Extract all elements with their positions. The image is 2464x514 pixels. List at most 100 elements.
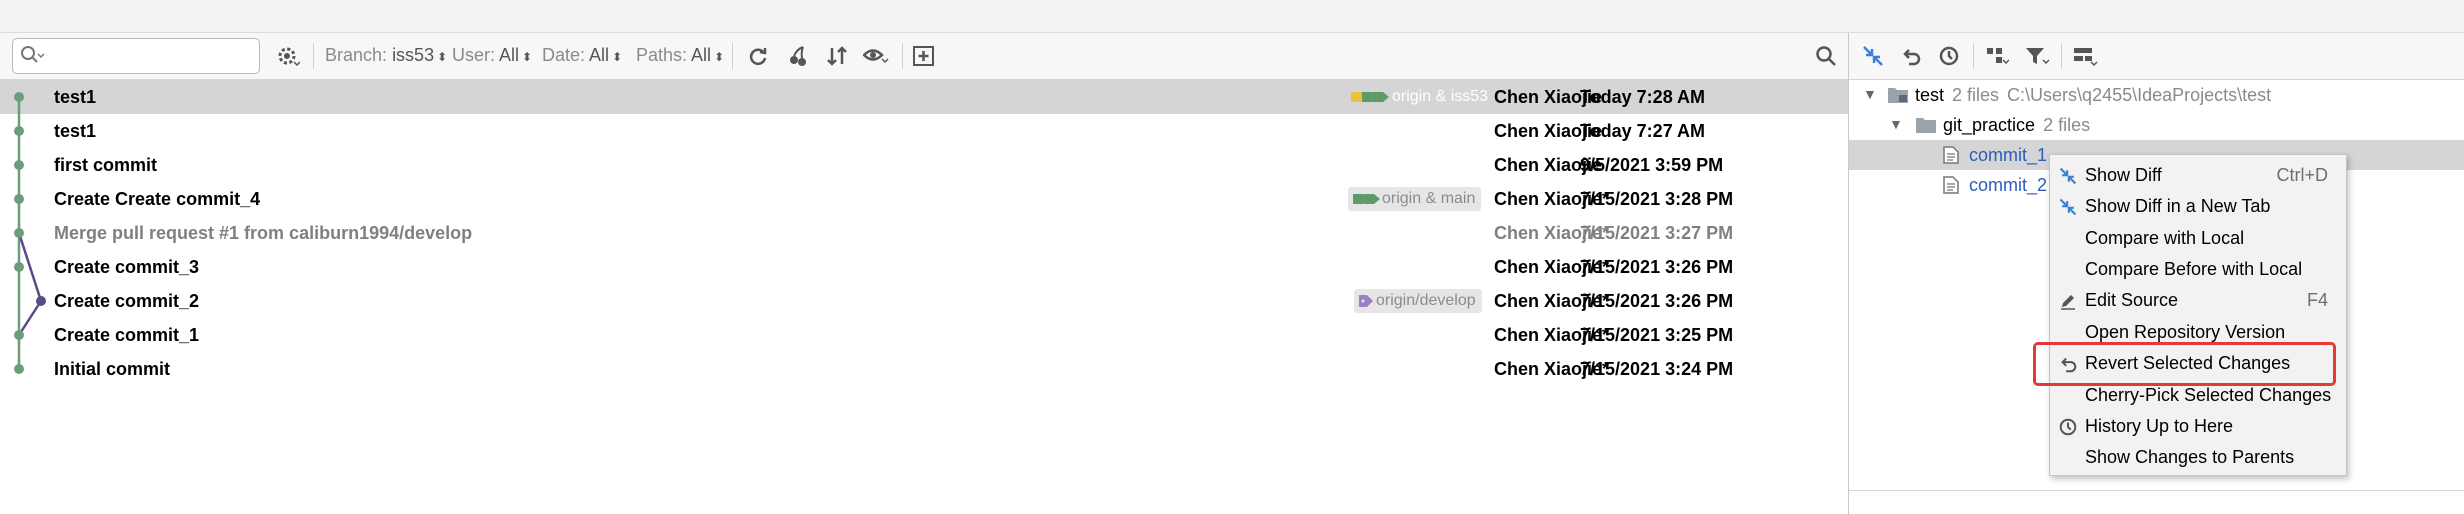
diff-arrows-icon xyxy=(2058,166,2078,186)
layout-options-icon[interactable] xyxy=(2071,42,2099,70)
menu-item-label: Compare Before with Local xyxy=(2085,259,2303,279)
commit-graph xyxy=(14,92,46,374)
refresh-icon[interactable] xyxy=(744,42,772,70)
commit-row[interactable]: Create commit_1 Chen Xiaojie* 7/15/2021 … xyxy=(0,318,1848,352)
revert-icon[interactable] xyxy=(1897,42,1925,70)
menu-item-shortcut: F4 xyxy=(2306,290,2328,310)
file-icon xyxy=(1943,176,1959,199)
window-top-strip xyxy=(0,0,2464,33)
menu-item-compare-before-with-local[interactable]: Compare Before with Local xyxy=(2050,254,2346,285)
commit-subject: Create commit_3 xyxy=(54,257,200,277)
commit-date: 9/5/2021 3:59 PM xyxy=(1580,155,1724,175)
toolbar-separator xyxy=(732,43,733,69)
user-filter[interactable]: User: All ⬍ xyxy=(452,45,532,66)
root-name: test xyxy=(1915,85,1945,105)
log-search-input[interactable] xyxy=(12,38,260,74)
search-icon[interactable] xyxy=(1812,42,1840,70)
chevron-down-icon[interactable]: ▼ xyxy=(1889,116,1903,132)
revert-highlight-annotation xyxy=(2033,342,2336,386)
commit-date: 7/15/2021 3:26 PM xyxy=(1580,291,1734,311)
filter-value: All xyxy=(691,45,712,65)
updown-arrow-icon: ⬍ xyxy=(714,50,725,64)
show-diff-icon[interactable] xyxy=(1859,42,1887,70)
sort-arrows-icon[interactable] xyxy=(823,42,851,70)
settings-gear-icon[interactable] xyxy=(274,42,302,70)
graph-node xyxy=(14,194,24,204)
filter-value: All xyxy=(589,45,610,65)
menu-item-compare-with-local[interactable]: Compare with Local xyxy=(2050,223,2346,254)
tree-folder-node[interactable]: ▼ git_practice 2 files xyxy=(1849,110,2464,140)
graph-node xyxy=(14,262,24,272)
graph-node xyxy=(14,364,24,374)
pane-bottom-border xyxy=(1849,490,2464,491)
menu-item-show-diff[interactable]: Show Diff Ctrl+D xyxy=(2050,160,2346,191)
tree-root-label: test 2 files C:\Users\q2455\IdeaProjects\t… xyxy=(1915,85,2271,106)
commit-row[interactable]: Create Create commit_4 origin & main Che… xyxy=(0,182,1848,216)
tag-icon xyxy=(1359,295,1373,307)
commit-date: 7/15/2021 3:26 PM xyxy=(1580,257,1734,277)
commit-row[interactable]: Create commit_2 origin/develop Chen Xiao… xyxy=(0,284,1848,318)
menu-item-label: Compare with Local xyxy=(2085,228,2245,248)
menu-item-label: Show Diff in a New Tab xyxy=(2085,196,2271,216)
commit-subject: Merge pull request #1 from caliburn1994/… xyxy=(54,223,473,243)
chevron-down-icon[interactable]: ▼ xyxy=(1863,86,1877,102)
menu-item-shortcut: Ctrl+D xyxy=(2276,165,2328,185)
filter-label: User: xyxy=(452,45,496,65)
commit-date: 7/15/2021 3:25 PM xyxy=(1580,325,1734,345)
commit-row[interactable]: test1 Chen Xiaojie Today 7:27 AM xyxy=(0,114,1848,148)
toolbar-separator xyxy=(313,43,314,69)
menu-item-show-changes-to-parents[interactable]: Show Changes to Parents xyxy=(2050,442,2346,473)
file-name: commit_2 xyxy=(1969,175,2048,195)
commit-row[interactable]: Create commit_3 Chen Xiaojie* 7/15/2021 … xyxy=(0,250,1848,284)
file-name: commit_1 xyxy=(1969,145,2048,165)
commit-row[interactable]: Merge pull request #1 from caliburn1994/… xyxy=(0,216,1848,250)
graph-node xyxy=(14,92,24,102)
toolbar-separator xyxy=(902,43,903,69)
commit-subject: test1 xyxy=(54,121,97,141)
eye-icon[interactable] xyxy=(862,42,890,70)
commit-subject: Create Create commit_4 xyxy=(54,189,261,209)
cherry-pick-icon[interactable] xyxy=(784,42,812,70)
toolbar-separator xyxy=(2061,43,2062,69)
ref-label[interactable]: origin & main xyxy=(1348,187,1482,211)
ref-text: origin & iss53 xyxy=(1392,88,1489,105)
ref-label[interactable]: origin & iss53 xyxy=(1346,85,1494,109)
commit-row[interactable]: Initial commit Chen Xiaojie* 7/15/2021 3… xyxy=(0,352,1848,386)
module-folder-icon xyxy=(1887,86,1909,109)
history-clock-icon[interactable] xyxy=(1935,42,1963,70)
group-by-icon[interactable] xyxy=(1983,42,2011,70)
commit-subject: first commit xyxy=(54,155,158,175)
paths-filter[interactable]: Paths: All ⬍ xyxy=(636,45,724,66)
commit-row[interactable]: test1 origin & iss53 Chen Xiaojie Today … xyxy=(0,80,1848,114)
graph-branch-line xyxy=(17,232,43,336)
ref-text: origin & main xyxy=(1382,190,1476,207)
toolbar-separator xyxy=(1973,43,1974,69)
tree-folder-label: git_practice 2 files xyxy=(1943,115,2090,136)
tag-icon xyxy=(1353,194,1380,204)
menu-item-label: Show Diff xyxy=(2085,165,2162,185)
tree-root-node[interactable]: ▼ test 2 files C:\Users\q2455\IdeaProjects… xyxy=(1849,80,2464,110)
changes-toolbar xyxy=(1849,33,2464,80)
graph-node xyxy=(14,330,24,340)
commit-subject: Create commit_1 xyxy=(54,325,200,345)
branch-filter[interactable]: Branch: iss53 ⬍ xyxy=(325,45,447,66)
date-filter[interactable]: Date: All ⬍ xyxy=(542,45,622,66)
menu-item-label: Cherry-Pick Selected Changes xyxy=(2085,385,2332,405)
root-count: 2 files xyxy=(1952,85,2000,105)
folder-count: 2 files xyxy=(2043,115,2091,135)
commit-date: 7/15/2021 3:24 PM xyxy=(1580,359,1734,379)
commit-subject: Initial commit xyxy=(54,359,171,379)
new-tab-icon[interactable] xyxy=(910,42,938,70)
menu-item-history-up-to-here[interactable]: History Up to Here xyxy=(2050,411,2346,442)
commit-date: 7/15/2021 3:27 PM xyxy=(1580,223,1734,243)
graph-node xyxy=(14,160,24,170)
log-toolbar: Branch: iss53 ⬍ User: All ⬍ Date: All ⬍ Pat… xyxy=(0,33,1848,80)
commit-row[interactable]: first commit Chen Xiaojie 9/5/2021 3:59 … xyxy=(0,148,1848,182)
filter-label: Date: xyxy=(542,45,586,65)
commit-date: Today 7:27 AM xyxy=(1580,121,1706,141)
menu-item-edit-source[interactable]: Edit Source F4 xyxy=(2050,285,2346,316)
filter-funnel-icon[interactable] xyxy=(2023,42,2051,70)
ref-label[interactable]: origin/develop xyxy=(1354,289,1482,313)
menu-item-show-diff-new-tab[interactable]: Show Diff in a New Tab xyxy=(2050,191,2346,222)
context-menu: Show Diff Ctrl+D Show Diff in a New Tab … xyxy=(2049,154,2347,476)
